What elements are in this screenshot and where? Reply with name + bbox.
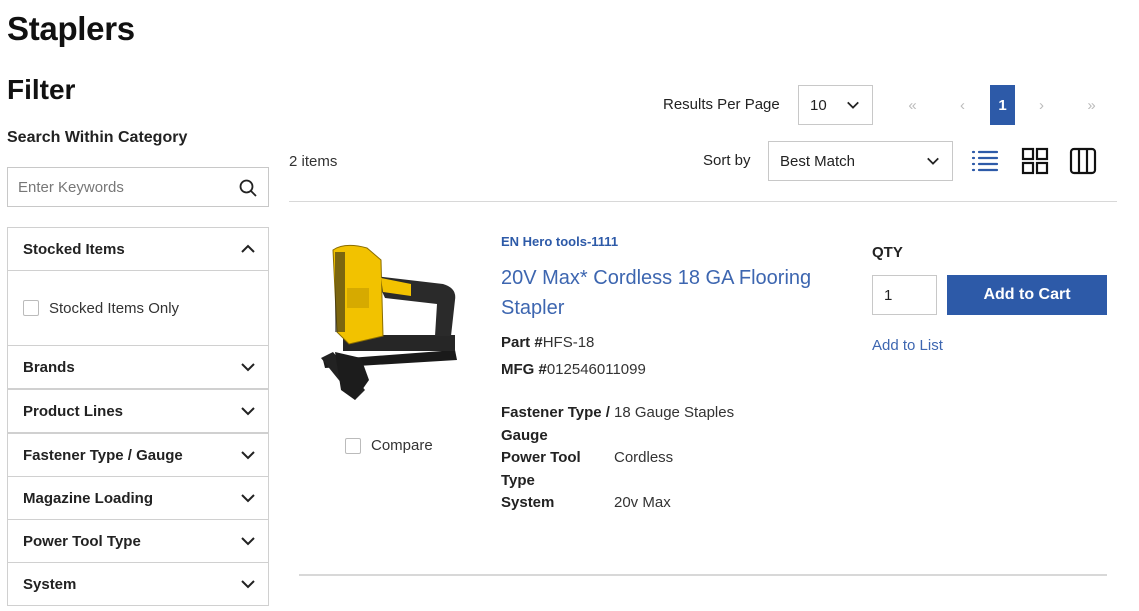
part-value: HFS-18 xyxy=(542,334,595,351)
checkbox-label: Stocked Items Only xyxy=(49,299,180,317)
product-brand[interactable]: EN Hero tools-1111 xyxy=(501,234,618,249)
product-image[interactable] xyxy=(315,240,465,405)
pagination-next[interactable]: › xyxy=(1029,85,1054,125)
facet-system: System xyxy=(7,562,269,606)
mfg-value: 012546011099 xyxy=(546,361,646,378)
pagination-first[interactable]: « xyxy=(900,85,925,125)
grid-view-icon[interactable] xyxy=(1021,147,1049,175)
facet-header-fastener-type-gauge[interactable]: Fastener Type / Gauge xyxy=(8,434,268,476)
results-per-page-select[interactable]: 10 xyxy=(798,85,873,125)
facet-header-brands[interactable]: Brands xyxy=(8,346,268,388)
chevron-down-icon xyxy=(241,451,255,460)
facet-body-stocked-items: Stocked Items Only xyxy=(8,270,268,345)
chevron-down-icon xyxy=(241,363,255,372)
items-count: 2 items xyxy=(289,153,338,170)
facet-label: Fastener Type / Gauge xyxy=(23,446,183,464)
mfg-label: MFG # xyxy=(501,361,547,378)
list-view-icon[interactable] xyxy=(971,147,999,175)
filter-title: Filter xyxy=(7,74,76,105)
qty-label: QTY xyxy=(872,244,903,261)
compare-control: Compare xyxy=(345,437,433,454)
chevron-down-icon xyxy=(241,407,255,416)
facet-label: System xyxy=(23,575,77,593)
chevron-up-icon xyxy=(241,244,255,253)
page-title: Staplers xyxy=(7,10,135,47)
facet-label: Magazine Loading xyxy=(23,489,154,507)
part-label: Part # xyxy=(501,334,543,351)
facet-header-magazine-loading[interactable]: Magazine Loading xyxy=(8,477,268,519)
attribute-name: Fastener Type / Gauge xyxy=(501,404,610,444)
search-box xyxy=(7,167,269,207)
facet-label: Power Tool Type xyxy=(23,532,141,550)
facet-header-system[interactable]: System xyxy=(8,563,268,605)
chevron-down-icon xyxy=(241,537,255,546)
facet-fastener-type-gauge: Fastener Type / Gauge xyxy=(7,433,269,477)
facet-label: Brands xyxy=(23,358,75,376)
divider xyxy=(299,574,1107,576)
facet-label: Stocked Items xyxy=(23,240,125,258)
attribute-value: 18 Gauge Staples xyxy=(614,404,735,421)
chevron-down-icon xyxy=(847,101,859,109)
sort-select[interactable]: Best Match xyxy=(768,141,953,181)
facet-header-power-tool-type[interactable]: Power Tool Type xyxy=(8,520,268,562)
facet-header-product-lines[interactable]: Product Lines xyxy=(8,390,268,432)
mfg-number: MFG #012546011099 xyxy=(501,361,646,378)
results-per-page-label: Results Per Page xyxy=(663,96,780,113)
search-within-category-label: Search Within Category xyxy=(7,129,188,146)
results-per-page-value: 10 xyxy=(810,96,827,114)
attribute-name: System xyxy=(501,494,555,511)
sort-value: Best Match xyxy=(780,152,856,170)
pagination-prev[interactable]: ‹ xyxy=(950,85,975,125)
facet-product-lines: Product Lines xyxy=(7,389,269,433)
add-to-list-link[interactable]: Add to List xyxy=(872,337,943,354)
chevron-down-icon xyxy=(241,494,255,503)
facet-power-tool-type: Power Tool Type xyxy=(7,519,269,563)
table-view-icon[interactable] xyxy=(1069,147,1097,175)
compare-checkbox[interactable] xyxy=(345,437,361,454)
compare-label: Compare xyxy=(371,437,433,454)
pagination-last[interactable]: » xyxy=(1079,85,1104,125)
facet-label: Product Lines xyxy=(23,402,124,420)
facet-stocked-items: Stocked Items Stocked Items Only xyxy=(7,227,269,346)
part-number: Part #HFS-18 xyxy=(501,334,594,351)
search-icon[interactable] xyxy=(238,178,258,198)
qty-input[interactable] xyxy=(872,275,937,315)
sort-label: Sort by xyxy=(703,152,751,169)
attribute-value: Cordless xyxy=(614,449,674,466)
search-input[interactable] xyxy=(8,168,228,206)
chevron-down-icon xyxy=(927,157,939,165)
add-to-cart-button[interactable]: Add to Cart xyxy=(947,275,1107,315)
facet-brands: Brands xyxy=(7,345,269,389)
stocked-items-only-checkbox[interactable] xyxy=(23,300,39,316)
pagination-page-current[interactable]: 1 xyxy=(990,85,1015,125)
attribute-name: Power Tool Type xyxy=(501,449,581,489)
attribute-value: 20v Max xyxy=(614,494,671,511)
divider xyxy=(289,201,1117,202)
chevron-down-icon xyxy=(241,580,255,589)
facet-magazine-loading: Magazine Loading xyxy=(7,476,269,520)
facet-header-stocked-items[interactable]: Stocked Items xyxy=(8,228,268,270)
product-title-link[interactable]: 20V Max* Cordless 18 GA Flooring Stapler xyxy=(501,263,841,323)
